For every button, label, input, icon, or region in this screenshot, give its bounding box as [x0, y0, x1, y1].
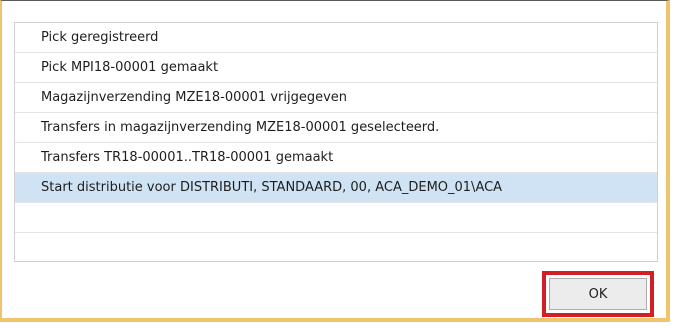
message-text: Transfers TR18-00001..TR18-00001 gemaakt — [41, 150, 334, 165]
message-row[interactable]: Pick MPI18-00001 gemaakt — [15, 53, 657, 83]
message-text: Magazijnverzending MZE18-00001 vrijgegev… — [41, 90, 348, 105]
message-row[interactable]: Pick geregistreerd — [15, 23, 657, 53]
message-row-empty[interactable] — [15, 203, 657, 233]
message-text: Pick geregistreerd — [41, 30, 159, 45]
message-list[interactable]: Pick geregistreerd Pick MPI18-00001 gema… — [14, 22, 658, 262]
ok-button[interactable]: OK — [549, 278, 647, 310]
message-row[interactable]: Transfers in magazijnverzending MZE18-00… — [15, 113, 657, 143]
message-row[interactable]: Transfers TR18-00001..TR18-00001 gemaakt — [15, 143, 657, 173]
message-row-empty[interactable] — [15, 233, 657, 261]
message-row[interactable]: Magazijnverzending MZE18-00001 vrijgegev… — [15, 83, 657, 113]
message-text: Start distributie voor DISTRIBUTI, STAND… — [41, 180, 503, 195]
message-row-selected[interactable]: Start distributie voor DISTRIBUTI, STAND… — [15, 173, 657, 203]
message-dialog: Pick geregistreerd Pick MPI18-00001 gema… — [0, 0, 670, 322]
message-text: Pick MPI18-00001 gemaakt — [41, 60, 219, 75]
message-text: Transfers in magazijnverzending MZE18-00… — [41, 120, 440, 135]
